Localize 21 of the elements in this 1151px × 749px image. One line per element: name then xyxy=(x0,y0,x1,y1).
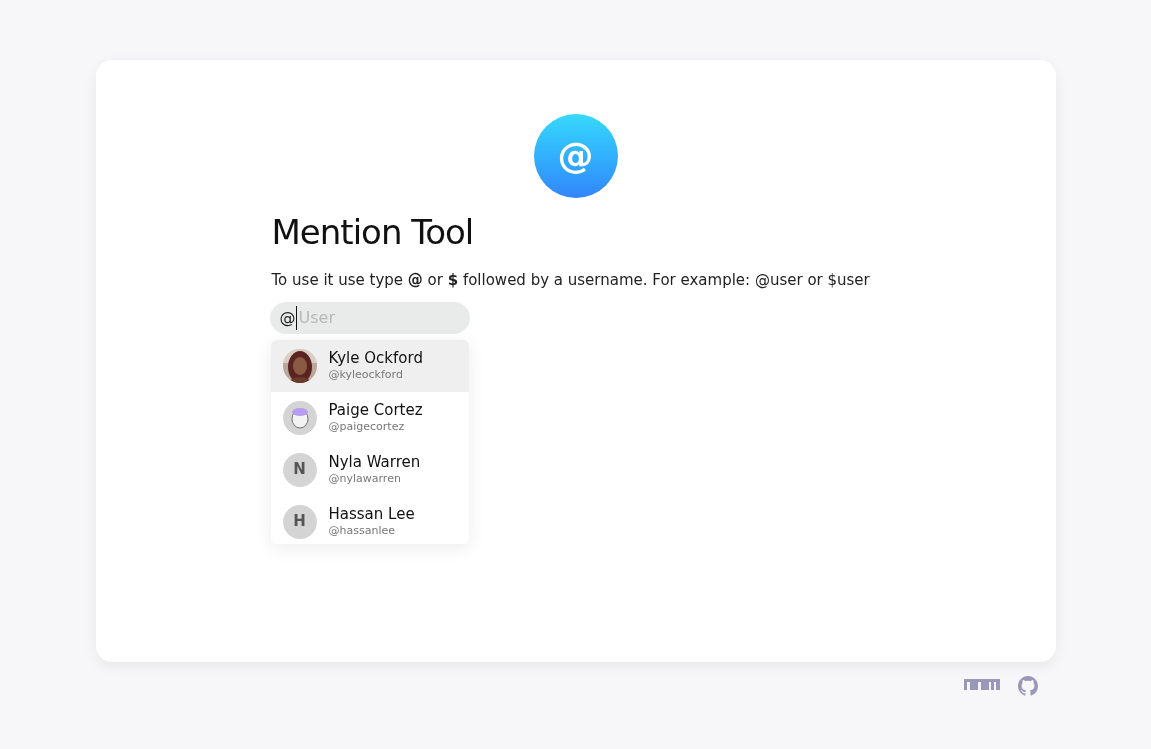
user-handle: @paigecortez xyxy=(328,420,406,434)
suggestion-item[interactable]: Kyle Ockford @kyleockford xyxy=(270,339,469,392)
suggestion-item[interactable]: N Nyla Warren @nylawarren xyxy=(270,443,469,496)
avatar-initial: H xyxy=(282,504,317,539)
user-name: Paige Cortez xyxy=(328,401,423,420)
package-logo-icon xyxy=(963,679,1000,693)
suggestion-item[interactable]: H Hassan Lee @hassanlee xyxy=(270,495,469,544)
avatar-figure-icon xyxy=(282,400,317,435)
user-name: Nyla Warren xyxy=(328,453,421,472)
user-name: Kyle Ockford xyxy=(328,349,423,368)
suggestion-item[interactable]: Paige Cortez @paigecortez xyxy=(270,391,469,444)
page-title: Mention Tool xyxy=(271,211,474,254)
user-name: Hassan Lee xyxy=(328,505,415,524)
logo-badge: @ xyxy=(533,114,618,198)
mention-prefix: @ xyxy=(279,306,296,329)
user-handle: @nylawarren xyxy=(328,472,402,486)
avatar-initial: N xyxy=(282,452,317,487)
user-handle: @kyleockford xyxy=(328,368,404,382)
github-icon[interactable] xyxy=(1017,676,1038,696)
user-handle: @hassanlee xyxy=(328,524,396,538)
description-text: To use it use type @ or $ followed by a username. For example: @user or $user xyxy=(271,270,870,291)
